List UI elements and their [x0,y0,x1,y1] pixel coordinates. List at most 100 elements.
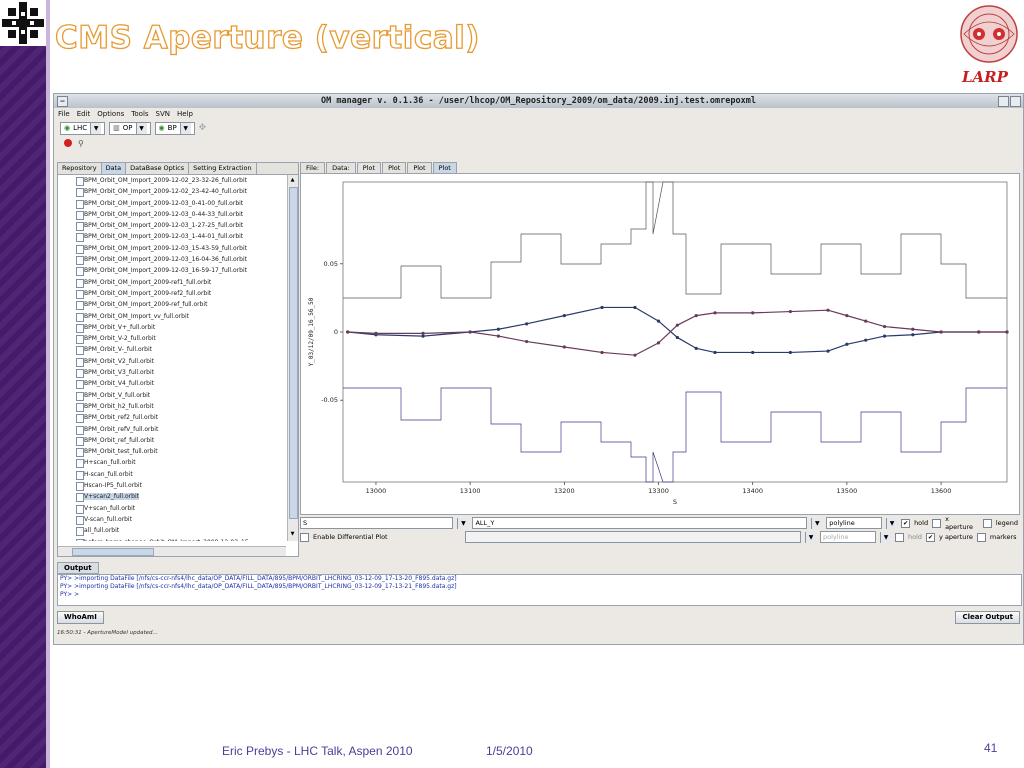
file-list-item[interactable]: BPM_Orbit_V+_full.orbit [58,322,286,334]
file-list-item[interactable]: BPM_Orbit_OM_Import_2009-ref_full.orbit [58,299,286,311]
scroll-up-icon[interactable]: ▲ [289,177,296,185]
page-number: 41 [984,741,998,755]
status-bar: 16:50:31 - ApertureModel updated... [57,630,158,636]
hold-checkbox[interactable]: ✔ [901,518,911,528]
file-name: BPM_Orbit_ref2_full.orbit [84,414,159,422]
file-list-item[interactable]: BPM_Orbit_V4_full.orbit [58,378,286,390]
tab-plot-4[interactable]: Plot [432,162,457,173]
file-list-item[interactable]: H+scan_full.orbit [58,457,286,469]
menu-tools[interactable]: Tools [131,108,148,120]
file-list-item[interactable]: BPM_Orbit_OM_Import_2009-12-03_15-43-59_… [58,243,286,255]
chevron-down-icon[interactable]: ▼ [886,517,898,529]
hscroll-thumb[interactable] [72,548,154,556]
differential-plot-checkbox[interactable] [300,532,309,542]
menu-help[interactable]: Help [177,108,193,120]
menu-options[interactable]: Options [97,108,124,120]
op-combo[interactable]: ▥ OP ▼ [109,121,151,135]
chevron-down-icon[interactable]: ▼ [880,531,891,543]
file-list-item[interactable]: H-scan_full.orbit [58,469,286,481]
file-list-item[interactable]: BPM_Orbit_ref_full.orbit [58,435,286,447]
file-list-item[interactable]: V+scan2_full.orbit [58,491,286,503]
style-select[interactable]: polyline [826,517,883,529]
lhc-combo[interactable]: ◉ LHC ▼ [60,121,106,135]
record-icon[interactable] [64,139,72,147]
file-name: BPM_Orbit_OM_Import_2009-12-03_1-27-25_f… [84,222,244,230]
chevron-down-icon[interactable]: ▼ [90,122,102,134]
file-list-item[interactable]: BPM_Orbit_V-_full.orbit [58,344,286,356]
output-tab[interactable]: Output [57,562,99,574]
horizontal-scrollbar[interactable] [58,546,286,556]
larp-logo-icon [956,2,1022,70]
clear-output-button[interactable]: Clear Output [955,611,1020,624]
scrollbar-thumb[interactable] [289,187,298,519]
menu-edit[interactable]: Edit [77,108,91,120]
x-tick-label: 13100 [460,487,481,495]
file-list-item[interactable]: BPM_Orbit_OM_Import_2009-12-03_16-04-36_… [58,254,286,266]
file-list-item[interactable]: BPM_Orbit_V_full.orbit [58,390,286,401]
om-manager-window: – OM manager v. 0.1.36 - /user/lhcop/OM_… [53,93,1024,645]
tab-plot-3[interactable]: Plot [407,162,432,173]
whoami-button[interactable]: WhoAmI [57,611,104,624]
data-point [421,334,425,338]
file-list-item[interactable]: BPM_Orbit_OM_Import_2009-12-03_16-59-17_… [58,265,286,277]
file-list-item[interactable]: Hscan-IP5_full.orbit [58,480,286,492]
menu-svn[interactable]: SVN [156,108,170,120]
file-list-item[interactable]: BPM_Orbit_OM_Import_2009-12-03_0-44-33_f… [58,209,286,221]
diff-field-select[interactable] [465,531,801,543]
file-list-item[interactable]: V+scan_full.orbit [58,503,286,514]
file-list-item[interactable]: BPM_Orbit_test_full.orbit [58,446,286,458]
file-list-item[interactable]: BPM_Orbit_OM_Import_2009-ref1_full.orbit [58,277,286,288]
legend-checkbox[interactable] [982,518,992,528]
menu-file[interactable]: File [58,108,70,120]
bp-combo[interactable]: ◉ BP ▼ [154,121,195,135]
y-field-select[interactable]: ALL_Y [472,517,808,529]
file-list-item[interactable]: V-scan_full.orbit [58,514,286,526]
tab-repository[interactable]: Repository [58,163,102,174]
file-list-item[interactable]: all_full.orbit [58,525,286,537]
file-list-item[interactable]: BPM_Orbit_OM_Import_2009-12-02_23-42-40_… [58,186,286,198]
file-list-item[interactable]: before-bpms-change_Orbit_OM_Import_2009-… [58,537,286,541]
file-list-item[interactable]: BPM_Orbit_OM_Import_2009-12-03_1-27-25_f… [58,220,286,232]
hold2-checkbox[interactable] [895,532,904,542]
tab-database-optics[interactable]: DataBase Optics [126,163,190,174]
tab-setting-extraction[interactable]: Setting Extraction [189,163,257,174]
minimize-icon[interactable] [998,96,1009,107]
settings-icon[interactable]: ✥ [199,123,207,133]
file-list-item[interactable]: BPM_Orbit_OM_Import_2009-12-02_23-32-26_… [58,175,286,187]
chevron-down-icon[interactable]: ▼ [811,517,823,529]
tab-plot-1[interactable]: Plot [356,162,382,173]
output-console[interactable]: PY> >importing DataFile [/nfs/cs-ccr-nfs… [57,574,1022,606]
file-list-item[interactable]: BPM_Orbit_V-2_full.orbit [58,333,286,345]
tab-plot-2[interactable]: Plot [382,162,407,173]
file-list-item[interactable]: BPM_Orbit_V2_full.orbit [58,356,286,368]
aperture-chart[interactable]: 0.05 0 -0.05 13000 13100 13200 13300 13400 13500… [300,173,1020,515]
file-list-item[interactable]: BPM_Orbit_refV_full.orbit [58,424,286,435]
window-menu-icon[interactable]: – [57,96,68,107]
chevron-down-icon[interactable]: ▼ [805,531,816,543]
file-name: BPM_Orbit_h2_full.orbit [84,402,154,410]
markers-checkbox[interactable] [976,532,986,542]
file-name: BPM_Orbit_OM_Import_2009-12-02_23-32-26_… [84,177,247,184]
y-aperture-checkbox[interactable]: ✔ [926,532,936,542]
file-list-item[interactable]: BPM_Orbit_OM_Import_2009-ref2_full.orbit [58,288,286,300]
vertical-scrollbar[interactable]: ▲ ▼ [287,175,298,541]
broom-icon[interactable]: ⚲ [78,139,84,148]
maximize-icon[interactable] [1010,96,1021,107]
tab-data-view[interactable]: Data: [326,162,356,173]
file-list-item[interactable]: BPM_Orbit_h2_full.orbit [58,401,286,413]
scroll-down-icon[interactable]: ▼ [289,531,296,539]
file-list-item[interactable]: BPM_Orbit_OM_Import_2009-12-03_1-44-01_f… [58,231,286,243]
file-list-item[interactable]: BPM_Orbit_ref2_full.orbit [58,412,286,424]
x-field-select[interactable]: S [300,517,454,529]
file-list-item[interactable]: BPM_Orbit_V3_full.orbit [58,367,286,379]
style2-select[interactable]: polyline [820,531,876,543]
file-list-item[interactable]: BPM_Orbit_OM_Import_vv_full.orbit [58,311,286,322]
chevron-down-icon[interactable]: ▼ [457,517,469,529]
differential-plot-label: Enable Differential Plot [313,533,388,541]
chevron-down-icon[interactable]: ▼ [135,122,147,134]
file-list-item[interactable]: BPM_Orbit_OM_Import_2009-12-03_0-41-00_f… [58,198,286,209]
tab-file[interactable]: File: [300,162,326,173]
x-aperture-checkbox[interactable] [932,518,942,528]
tab-data[interactable]: Data [101,163,127,174]
chevron-down-icon[interactable]: ▼ [179,122,191,134]
